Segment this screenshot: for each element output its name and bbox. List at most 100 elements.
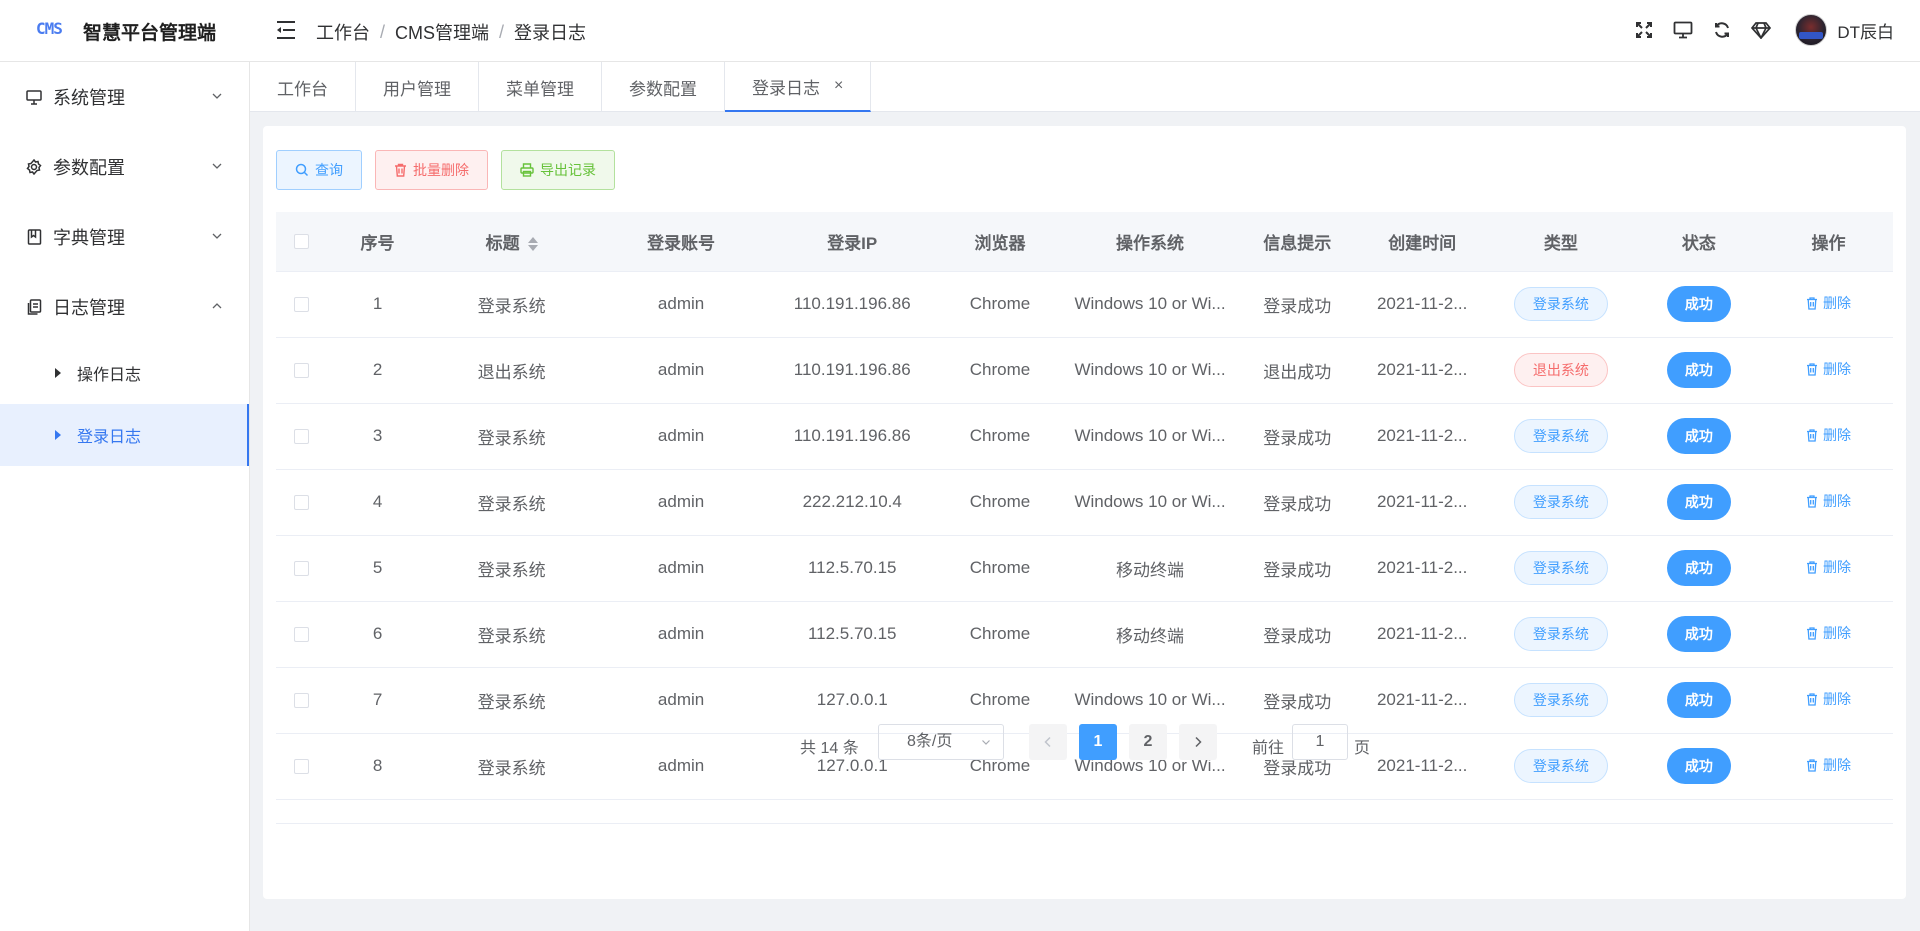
column-header: 登录IP <box>766 212 938 272</box>
page-size-select[interactable]: 8条/页 <box>878 724 1004 760</box>
cell-browser: Chrome <box>937 601 1063 668</box>
status-button[interactable]: 成功 <box>1666 616 1731 652</box>
cell-created: 2021-11-2... <box>1356 535 1488 602</box>
cell-message: 登录成功 <box>1237 403 1357 470</box>
delete-row-button[interactable]: 删除 <box>1806 293 1851 313</box>
query-button[interactable]: 查询 <box>276 150 362 190</box>
row-checkbox[interactable] <box>294 693 310 709</box>
delete-row-button[interactable]: 删除 <box>1806 689 1851 709</box>
cell-ip: 110.191.196.86 <box>766 337 938 404</box>
cell-browser: Chrome <box>937 535 1063 602</box>
cell-title: 登录系统 <box>427 601 596 668</box>
cell-no: 5 <box>327 535 428 602</box>
close-icon[interactable]: × <box>834 77 843 95</box>
goto-page-input[interactable]: 1 <box>1292 724 1348 760</box>
status-button[interactable]: 成功 <box>1666 682 1731 718</box>
cell-actions: 删除 <box>1763 535 1893 602</box>
trash-icon <box>1806 495 1817 508</box>
row-checkbox[interactable] <box>294 429 310 445</box>
type-tag: 登录系统 <box>1513 419 1608 453</box>
delete-row-button[interactable]: 删除 <box>1806 557 1851 577</box>
status-button[interactable]: 成功 <box>1666 484 1731 520</box>
cell-os: Windows 10 or Wi... <box>1062 337 1238 404</box>
type-tag: 登录系统 <box>1513 683 1608 717</box>
sidebar-item-dictionary[interactable]: 字典管理 <box>0 202 249 272</box>
row-checkbox[interactable] <box>294 627 310 643</box>
breadcrumb-separator: / <box>380 21 386 42</box>
cell-os: 移动终端 <box>1062 535 1238 602</box>
monitor-icon[interactable] <box>1673 20 1693 40</box>
tab-params-config[interactable]: 参数配置 <box>602 62 725 112</box>
user-avatar[interactable] <box>1795 14 1828 46</box>
tab-label: 参数配置 <box>629 79 697 99</box>
sidebar-item-system[interactable]: 系统管理 <box>0 62 249 132</box>
column-header: 类型 <box>1487 212 1634 272</box>
cell-actions: 删除 <box>1763 271 1893 338</box>
status-button[interactable]: 成功 <box>1666 418 1731 454</box>
status-button[interactable]: 成功 <box>1666 352 1731 388</box>
row-select-cell <box>276 601 328 668</box>
page-size-value: 8条/页 <box>907 733 953 750</box>
cell-os: Windows 10 or Wi... <box>1062 271 1238 338</box>
delete-label: 删除 <box>1822 691 1851 708</box>
page-button[interactable]: 2 <box>1129 724 1167 760</box>
cell-title: 登录系统 <box>427 535 596 602</box>
row-checkbox[interactable] <box>294 495 310 511</box>
cell-no: 2 <box>327 337 428 404</box>
tab-workbench[interactable]: 工作台 <box>250 62 356 112</box>
prev-page-button[interactable] <box>1029 724 1067 760</box>
cell-ip: 112.5.70.15 <box>766 601 938 668</box>
next-page-button[interactable] <box>1179 724 1217 760</box>
cell-account: admin <box>595 403 767 470</box>
breadcrumb-item-cms[interactable]: CMS管理端 <box>395 19 489 45</box>
tab-login-log[interactable]: 登录日志 × <box>725 62 872 112</box>
sidebar-subitem-login-log[interactable]: 登录日志 <box>0 404 249 466</box>
delete-label: 删除 <box>1822 493 1851 510</box>
column-header-title[interactable]: 标题 <box>427 212 596 272</box>
cell-no: 4 <box>327 469 428 536</box>
row-checkbox[interactable] <box>294 561 310 577</box>
trash-icon <box>395 163 406 177</box>
page-button[interactable]: 1 <box>1079 724 1117 760</box>
breadcrumb-item-workbench[interactable]: 工作台 <box>316 19 370 45</box>
status-button[interactable]: 成功 <box>1666 550 1731 586</box>
type-tag: 登录系统 <box>1513 551 1608 585</box>
sidebar-item-label: 日志管理 <box>53 298 125 318</box>
fullscreen-icon[interactable] <box>1634 20 1654 40</box>
row-select-cell <box>276 271 328 338</box>
status-button[interactable]: 成功 <box>1666 286 1731 322</box>
row-checkbox[interactable] <box>294 297 310 313</box>
cell-type: 登录系统 <box>1487 271 1634 338</box>
delete-row-button[interactable]: 删除 <box>1806 359 1851 379</box>
toolbar: 查询 批量删除 导出记录 <box>276 150 628 190</box>
batch-delete-button[interactable]: 批量删除 <box>375 150 488 190</box>
export-button[interactable]: 导出记录 <box>501 150 615 190</box>
sidebar-subitem-operation-log[interactable]: 操作日志 <box>0 342 249 404</box>
row-checkbox[interactable] <box>294 363 310 379</box>
logo: CMS <box>36 19 63 38</box>
sidebar-item-logs[interactable]: 日志管理 <box>0 272 249 342</box>
refresh-icon[interactable] <box>1712 20 1732 40</box>
gear-icon <box>25 158 43 176</box>
collapse-menu-icon[interactable] <box>277 19 297 41</box>
diamond-icon[interactable] <box>1751 20 1772 40</box>
sidebar-item-params[interactable]: 参数配置 <box>0 132 249 202</box>
cell-type: 登录系统 <box>1487 403 1634 470</box>
breadcrumb: 工作台 / CMS管理端 / 登录日志 <box>316 19 586 45</box>
column-header-label: 标题 <box>485 233 520 253</box>
sidebar-item-label: 字典管理 <box>53 228 125 248</box>
breadcrumb-separator: / <box>499 21 505 42</box>
column-header: 创建时间 <box>1356 212 1488 272</box>
cell-type: 退出系统 <box>1487 337 1634 404</box>
tab-menu-management[interactable]: 菜单管理 <box>479 62 602 112</box>
select-all-checkbox[interactable] <box>294 234 310 250</box>
username[interactable]: DT辰白 <box>1837 18 1894 43</box>
pagination: 共 14 条 8条/页 1 2 前往 1 页 <box>0 724 1920 764</box>
tab-user-management[interactable]: 用户管理 <box>356 62 479 112</box>
delete-row-button[interactable]: 删除 <box>1806 491 1851 511</box>
sort-icon[interactable] <box>527 237 538 252</box>
delete-row-button[interactable]: 删除 <box>1806 425 1851 445</box>
delete-row-button[interactable]: 删除 <box>1806 623 1851 643</box>
delete-label: 删除 <box>1822 427 1851 444</box>
sidebar-subitem-label: 操作日志 <box>77 367 142 384</box>
